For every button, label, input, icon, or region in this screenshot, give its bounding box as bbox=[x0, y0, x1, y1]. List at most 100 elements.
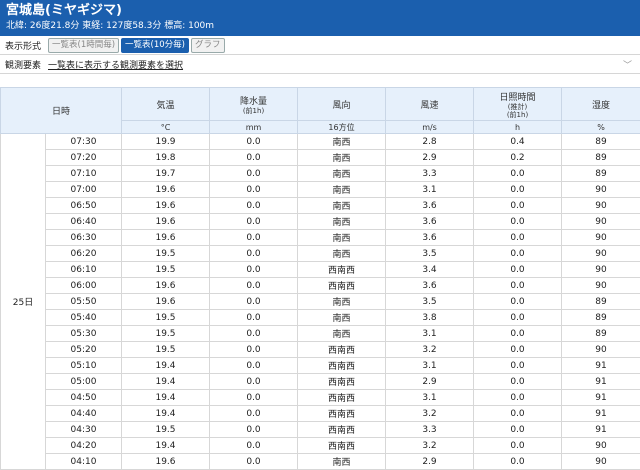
precipitation-cell: 0.0 bbox=[210, 182, 298, 198]
wind-direction-cell: 南西 bbox=[298, 166, 386, 182]
sunshine-cell: 0.0 bbox=[474, 342, 562, 358]
precipitation-cell: 0.0 bbox=[210, 150, 298, 166]
wind-direction-cell: 西南西 bbox=[298, 358, 386, 374]
temperature-cell: 19.4 bbox=[122, 390, 210, 406]
precipitation-cell: 0.0 bbox=[210, 358, 298, 374]
table-row: 07:1019.70.0南西3.30.089 bbox=[1, 166, 640, 182]
temperature-cell: 19.4 bbox=[122, 406, 210, 422]
wind-speed-cell: 2.9 bbox=[386, 454, 474, 470]
precipitation-cell: 0.0 bbox=[210, 230, 298, 246]
time-cell: 07:10 bbox=[46, 166, 122, 182]
wind-direction-cell: 南西 bbox=[298, 310, 386, 326]
wind-direction-cell: 西南西 bbox=[298, 374, 386, 390]
table-row: 04:3019.50.0西南西3.30.091 bbox=[1, 422, 640, 438]
time-cell: 04:50 bbox=[46, 390, 122, 406]
wind-direction-cell: 南西 bbox=[298, 150, 386, 166]
sunshine-cell: 0.0 bbox=[474, 182, 562, 198]
sunshine-cell: 0.0 bbox=[474, 278, 562, 294]
temperature-cell: 19.6 bbox=[122, 214, 210, 230]
header-sunshine: 日照時間 (推計) (前1h) bbox=[474, 88, 562, 121]
precipitation-cell: 0.0 bbox=[210, 310, 298, 326]
table-row: 06:2019.50.0南西3.50.090 bbox=[1, 246, 640, 262]
sunshine-cell: 0.0 bbox=[474, 438, 562, 454]
humidity-cell: 90 bbox=[562, 262, 640, 278]
wind-direction-cell: 南西 bbox=[298, 182, 386, 198]
precipitation-cell: 0.0 bbox=[210, 214, 298, 230]
time-cell: 04:30 bbox=[46, 422, 122, 438]
time-cell: 06:50 bbox=[46, 198, 122, 214]
station-meta: 北緯: 26度21.8分 東経: 127度58.3分 標高: 100m bbox=[6, 19, 634, 33]
table-row: 04:2019.40.0西南西3.20.090 bbox=[1, 438, 640, 454]
wind-direction-cell: 南西 bbox=[298, 246, 386, 262]
time-cell: 05:20 bbox=[46, 342, 122, 358]
time-cell: 07:00 bbox=[46, 182, 122, 198]
elements-select[interactable]: 一覧表に表示する観測要素を選択 ﹀ bbox=[48, 58, 640, 71]
humidity-cell: 90 bbox=[562, 278, 640, 294]
temperature-cell: 19.4 bbox=[122, 374, 210, 390]
table-row: 06:5019.60.0南西3.60.090 bbox=[1, 198, 640, 214]
precipitation-cell: 0.0 bbox=[210, 166, 298, 182]
temperature-cell: 19.5 bbox=[122, 326, 210, 342]
humidity-cell: 90 bbox=[562, 214, 640, 230]
header-wind-direction: 風向 bbox=[298, 88, 386, 121]
precipitation-cell: 0.0 bbox=[210, 374, 298, 390]
wind-speed-cell: 3.2 bbox=[386, 342, 474, 358]
unit-temperature: °C bbox=[122, 121, 210, 134]
observation-table: 日時 気温 降水量 (前1h) 風向 風速 日照時間 (推計) (前1h) 湿度… bbox=[0, 87, 640, 470]
humidity-cell: 91 bbox=[562, 358, 640, 374]
precipitation-cell: 0.0 bbox=[210, 294, 298, 310]
sunshine-cell: 0.0 bbox=[474, 422, 562, 438]
wind-speed-cell: 3.2 bbox=[386, 438, 474, 454]
sunshine-cell: 0.0 bbox=[474, 310, 562, 326]
station-title: 宮城島(ミヤギジマ) bbox=[6, 3, 634, 19]
wind-speed-cell: 2.9 bbox=[386, 150, 474, 166]
temperature-cell: 19.5 bbox=[122, 262, 210, 278]
elements-label: 観測要素 bbox=[5, 58, 48, 71]
wind-direction-cell: 西南西 bbox=[298, 422, 386, 438]
sunshine-cell: 0.0 bbox=[474, 198, 562, 214]
humidity-cell: 89 bbox=[562, 166, 640, 182]
wind-direction-cell: 南西 bbox=[298, 454, 386, 470]
hourly-list-button[interactable]: 一覧表(1時間毎) bbox=[48, 38, 119, 53]
wind-direction-cell: 西南西 bbox=[298, 278, 386, 294]
humidity-cell: 89 bbox=[562, 310, 640, 326]
chevron-down-icon: ﹀ bbox=[623, 58, 632, 71]
temperature-cell: 19.4 bbox=[122, 438, 210, 454]
wind-direction-cell: 南西 bbox=[298, 214, 386, 230]
wind-speed-cell: 2.8 bbox=[386, 134, 474, 150]
display-format-label: 表示形式 bbox=[5, 39, 48, 52]
table-row: 05:5019.60.0南西3.50.089 bbox=[1, 294, 640, 310]
time-cell: 05:50 bbox=[46, 294, 122, 310]
humidity-cell: 91 bbox=[562, 390, 640, 406]
sunshine-cell: 0.0 bbox=[474, 374, 562, 390]
unit-wind-direction: 16方位 bbox=[298, 121, 386, 134]
wind-direction-cell: 南西 bbox=[298, 134, 386, 150]
precipitation-cell: 0.0 bbox=[210, 390, 298, 406]
table-row: 06:3019.60.0南西3.60.090 bbox=[1, 230, 640, 246]
wind-direction-cell: 南西 bbox=[298, 294, 386, 310]
graph-button[interactable]: グラフ bbox=[191, 38, 225, 53]
humidity-cell: 91 bbox=[562, 374, 640, 390]
humidity-cell: 90 bbox=[562, 246, 640, 262]
sunshine-cell: 0.0 bbox=[474, 230, 562, 246]
station-header: 宮城島(ミヤギジマ) 北緯: 26度21.8分 東経: 127度58.3分 標高… bbox=[0, 0, 640, 36]
header-precipitation: 降水量 (前1h) bbox=[210, 88, 298, 121]
precipitation-cell: 0.0 bbox=[210, 134, 298, 150]
time-cell: 05:30 bbox=[46, 326, 122, 342]
sunshine-cell: 0.2 bbox=[474, 150, 562, 166]
precipitation-cell: 0.0 bbox=[210, 198, 298, 214]
temperature-cell: 19.5 bbox=[122, 246, 210, 262]
time-cell: 05:10 bbox=[46, 358, 122, 374]
ten-minute-list-button[interactable]: 一覧表(10分毎) bbox=[121, 38, 189, 53]
time-cell: 06:30 bbox=[46, 230, 122, 246]
sunshine-cell: 0.0 bbox=[474, 294, 562, 310]
sunshine-cell: 0.0 bbox=[474, 406, 562, 422]
wind-direction-cell: 西南西 bbox=[298, 390, 386, 406]
table-row: 05:0019.40.0西南西2.90.091 bbox=[1, 374, 640, 390]
time-cell: 07:20 bbox=[46, 150, 122, 166]
header-humidity: 湿度 bbox=[562, 88, 640, 121]
table-row: 07:0019.60.0南西3.10.090 bbox=[1, 182, 640, 198]
table-row: 06:1019.50.0西南西3.40.090 bbox=[1, 262, 640, 278]
humidity-cell: 90 bbox=[562, 342, 640, 358]
table-row: 04:1019.60.0南西2.90.090 bbox=[1, 454, 640, 470]
